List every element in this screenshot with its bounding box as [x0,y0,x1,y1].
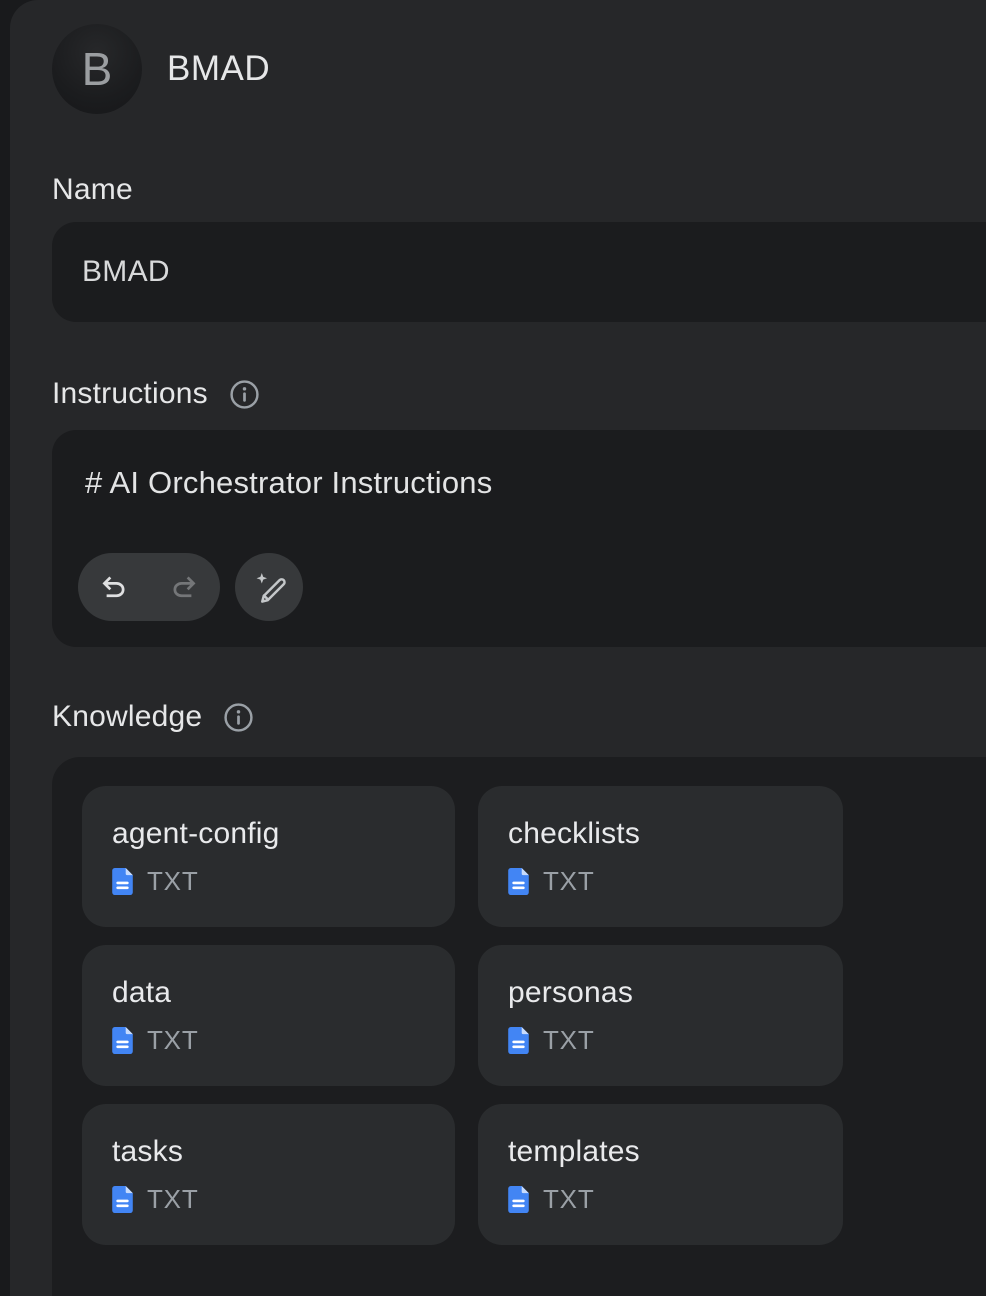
knowledge-card[interactable]: templates TXT [478,1104,843,1245]
knowledge-label-row: Knowledge [52,700,254,734]
doc-file-icon [508,1186,529,1213]
knowledge-file-meta: TXT [112,1184,427,1215]
knowledge-file-meta: TXT [508,1025,815,1056]
rewrite-button[interactable] [235,553,303,621]
file-type-label: TXT [147,1184,199,1215]
info-icon[interactable] [229,379,260,410]
gem-avatar: B [52,24,142,114]
knowledge-file-meta: TXT [508,866,815,897]
knowledge-card-grid: agent-config TXT checklists [82,786,843,1245]
gem-editor-panel: B BMAD Name Instructions # AI Orchestrat… [10,0,986,1296]
doc-file-icon [508,1027,529,1054]
knowledge-card[interactable]: data TXT [82,945,455,1086]
doc-file-icon [508,868,529,895]
doc-file-icon [112,1027,133,1054]
file-type-label: TXT [543,1025,595,1056]
editor-toolbar [78,553,303,621]
knowledge-file-name: tasks [112,1135,427,1169]
doc-file-icon [112,868,133,895]
file-type-label: TXT [543,866,595,897]
gem-title: BMAD [167,49,270,89]
doc-file-icon [112,1186,133,1213]
undo-redo-pill [78,553,220,621]
magic-pencil-icon [251,569,288,606]
instructions-editor[interactable]: # AI Orchestrator Instructions [52,430,986,647]
knowledge-file-name: data [112,976,427,1010]
instructions-label-row: Instructions [52,377,260,411]
knowledge-file-name: checklists [508,817,815,851]
knowledge-card[interactable]: agent-config TXT [82,786,455,927]
knowledge-file-meta: TXT [112,1025,427,1056]
file-type-label: TXT [147,866,199,897]
avatar-letter: B [82,46,113,92]
knowledge-card[interactable]: checklists TXT [478,786,843,927]
file-type-label: TXT [147,1025,199,1056]
undo-icon [97,571,130,604]
name-input[interactable] [52,222,986,322]
name-label: Name [52,173,133,207]
gem-header: B BMAD [52,24,270,114]
knowledge-card[interactable]: personas TXT [478,945,843,1086]
instructions-label: Instructions [52,377,208,411]
knowledge-label: Knowledge [52,700,202,734]
info-icon[interactable] [223,702,254,733]
redo-button[interactable] [149,553,220,621]
knowledge-file-name: personas [508,976,815,1010]
file-type-label: TXT [543,1184,595,1215]
knowledge-file-meta: TXT [112,866,427,897]
undo-button[interactable] [78,553,149,621]
knowledge-file-name: templates [508,1135,815,1169]
knowledge-file-meta: TXT [508,1184,815,1215]
redo-icon [168,571,201,604]
instructions-text: # AI Orchestrator Instructions [85,465,492,501]
knowledge-section: agent-config TXT checklists [52,757,986,1296]
knowledge-card[interactable]: tasks TXT [82,1104,455,1245]
knowledge-file-name: agent-config [112,817,427,851]
